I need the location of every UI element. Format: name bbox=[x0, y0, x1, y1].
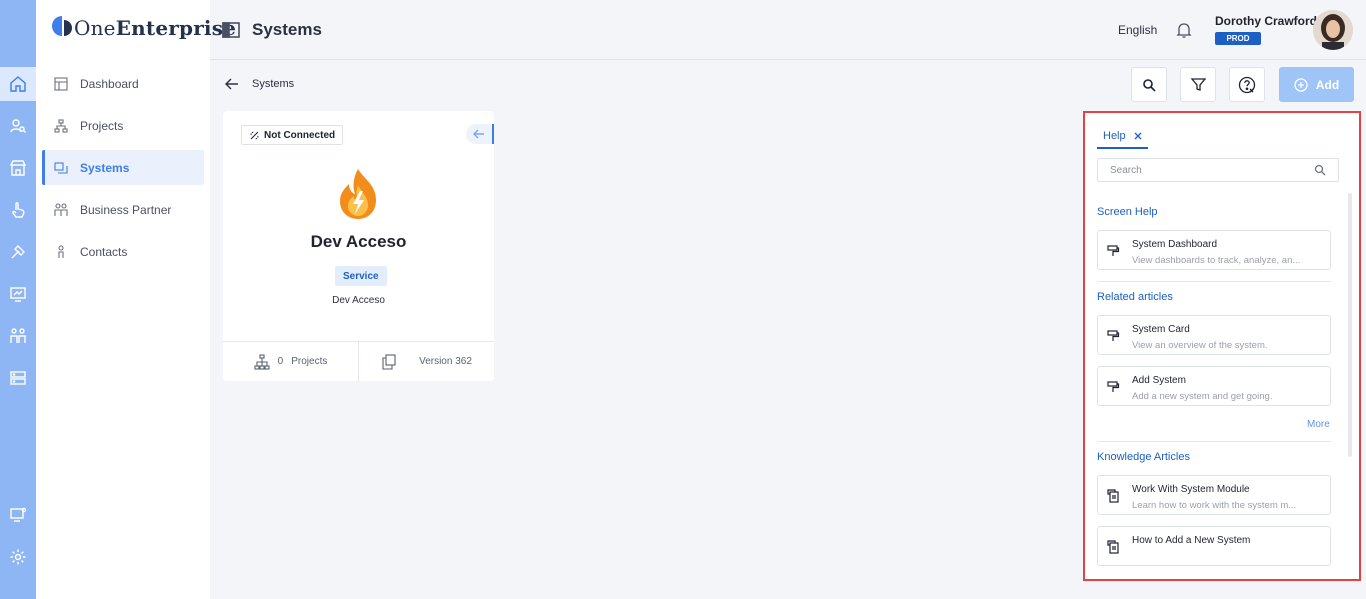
paint-roller-icon bbox=[1107, 245, 1120, 256]
hierarchy-icon bbox=[54, 118, 68, 133]
icon-rail bbox=[0, 0, 36, 599]
projects-count: 0 bbox=[277, 356, 284, 367]
sidebar-item-label: Dashboard bbox=[80, 76, 139, 91]
filter-icon bbox=[1190, 78, 1206, 91]
divider bbox=[1097, 441, 1331, 442]
more-link[interactable]: More bbox=[1307, 419, 1330, 430]
help-article-how-to-add-system[interactable]: How to Add a New System bbox=[1097, 526, 1331, 566]
version-label: Version 362 bbox=[419, 356, 472, 367]
sidebar-item-label: Contacts bbox=[80, 244, 128, 259]
top-bar: Systems English Dorothy Crawford PROD bbox=[210, 0, 1366, 60]
projects-count-cell[interactable]: 0 Projects bbox=[223, 342, 358, 381]
app-logo[interactable]: OneEnterprise bbox=[52, 8, 236, 48]
hierarchy-icon bbox=[254, 353, 270, 370]
page-title: Systems bbox=[252, 20, 322, 39]
server-icon[interactable] bbox=[0, 361, 36, 395]
status-badge: Not Connected bbox=[241, 125, 344, 145]
sidebar-item-contacts[interactable]: Contacts bbox=[42, 234, 204, 269]
article-description: Learn how to work with the system m... bbox=[1132, 500, 1297, 511]
add-button[interactable]: Add bbox=[1279, 67, 1354, 102]
monitor-chart-icon[interactable] bbox=[0, 277, 36, 311]
systems-icon bbox=[54, 161, 68, 175]
panel-toggle-icon[interactable] bbox=[222, 22, 240, 38]
help-article-add-system[interactable]: Add System Add a new system and get goin… bbox=[1097, 366, 1331, 406]
article-description: View an overview of the system. bbox=[1132, 340, 1268, 351]
help-scrollbar[interactable] bbox=[1348, 193, 1352, 457]
partners-icon bbox=[54, 202, 68, 217]
monitor-settings-icon[interactable] bbox=[0, 498, 36, 532]
paint-roller-icon bbox=[1107, 330, 1120, 341]
dashboard-icon bbox=[54, 76, 68, 91]
sidebar-item-systems[interactable]: Systems bbox=[42, 150, 204, 185]
help-article-system-dashboard[interactable]: System Dashboard View dashboards to trac… bbox=[1097, 230, 1331, 270]
system-name: Dev Acceso bbox=[310, 232, 407, 251]
close-icon[interactable] bbox=[1134, 132, 1142, 140]
user-search-icon[interactable] bbox=[0, 109, 36, 143]
environment-badge: PROD bbox=[1215, 32, 1261, 45]
sidebar-item-business-partner[interactable]: Business Partner bbox=[42, 192, 204, 227]
article-title: System Dashboard bbox=[1132, 239, 1218, 250]
search-icon[interactable] bbox=[1314, 164, 1326, 176]
article-title: System Card bbox=[1132, 324, 1190, 335]
version-cell[interactable]: Version 362 bbox=[358, 342, 494, 381]
paint-roller-icon bbox=[1107, 381, 1120, 392]
knowledge-articles-title: Knowledge Articles bbox=[1097, 451, 1190, 463]
projects-label: Projects bbox=[291, 356, 328, 367]
disconnected-icon bbox=[250, 131, 259, 139]
add-button-label: Add bbox=[1315, 77, 1340, 92]
system-subtitle: Dev Acceso bbox=[332, 295, 385, 306]
help-tab-label: Help bbox=[1103, 130, 1126, 142]
help-panel: Help Screen Help System Dashboard View d… bbox=[1085, 113, 1359, 579]
card-footer: 0 Projects Version 362 bbox=[223, 341, 494, 381]
back-arrow-icon[interactable] bbox=[224, 76, 240, 92]
help-circle-icon bbox=[1238, 76, 1256, 93]
hand-pointer-icon[interactable] bbox=[0, 193, 36, 227]
help-toggle-button[interactable] bbox=[1229, 67, 1265, 102]
help-search-input[interactable] bbox=[1110, 164, 1300, 176]
tools-icon[interactable] bbox=[0, 235, 36, 269]
search-icon bbox=[1143, 78, 1156, 92]
help-search-box bbox=[1097, 158, 1339, 182]
card-collapse-button[interactable] bbox=[466, 124, 494, 144]
divider bbox=[1097, 281, 1331, 282]
breadcrumb[interactable]: Systems bbox=[252, 78, 294, 90]
filter-button[interactable] bbox=[1180, 67, 1216, 102]
language-selector[interactable]: English bbox=[1118, 23, 1157, 37]
article-title: Add System bbox=[1132, 375, 1186, 386]
article-title: How to Add a New System bbox=[1132, 535, 1251, 546]
contact-icon bbox=[54, 244, 68, 259]
user-name[interactable]: Dorothy Crawford bbox=[1215, 14, 1317, 28]
copy-icon bbox=[382, 353, 396, 370]
search-button[interactable] bbox=[1131, 67, 1167, 102]
home-icon[interactable] bbox=[0, 67, 36, 101]
avatar[interactable] bbox=[1313, 10, 1353, 50]
document-copy-icon bbox=[1107, 540, 1119, 554]
help-article-work-with-system-module[interactable]: Work With System Module Learn how to wor… bbox=[1097, 475, 1331, 515]
sidebar-item-projects[interactable]: Projects bbox=[42, 108, 204, 143]
article-description: Add a new system and get going. bbox=[1132, 391, 1273, 402]
store-icon[interactable] bbox=[0, 151, 36, 185]
arrow-left-icon bbox=[473, 129, 484, 139]
logo-mark-icon bbox=[52, 16, 72, 36]
document-copy-icon bbox=[1107, 489, 1119, 503]
people-icon[interactable] bbox=[0, 319, 36, 353]
system-card[interactable]: Not Connected Dev Acceso Service Dev Acc… bbox=[223, 111, 494, 381]
status-text: Not Connected bbox=[264, 129, 336, 141]
plus-circle-icon bbox=[1294, 77, 1308, 92]
article-description: View dashboards to track, analyze, an... bbox=[1132, 255, 1301, 266]
sidebar-item-label: Projects bbox=[80, 118, 124, 133]
sidebar: OneEnterprise Dashboard Projects Systems… bbox=[36, 0, 236, 599]
sidebar-item-label: Systems bbox=[80, 160, 130, 175]
bell-icon[interactable] bbox=[1174, 20, 1194, 40]
help-article-system-card[interactable]: System Card View an overview of the syst… bbox=[1097, 315, 1331, 355]
system-type-badge: Service bbox=[335, 266, 387, 286]
system-logo-flame-icon bbox=[340, 169, 376, 219]
sidebar-item-label: Business Partner bbox=[80, 202, 172, 217]
article-title: Work With System Module bbox=[1132, 484, 1250, 495]
tab-help[interactable]: Help bbox=[1097, 125, 1148, 149]
sidebar-item-dashboard[interactable]: Dashboard bbox=[42, 66, 204, 101]
screen-help-title: Screen Help bbox=[1097, 206, 1158, 218]
gear-icon[interactable] bbox=[0, 540, 36, 574]
related-articles-title: Related articles bbox=[1097, 291, 1173, 303]
